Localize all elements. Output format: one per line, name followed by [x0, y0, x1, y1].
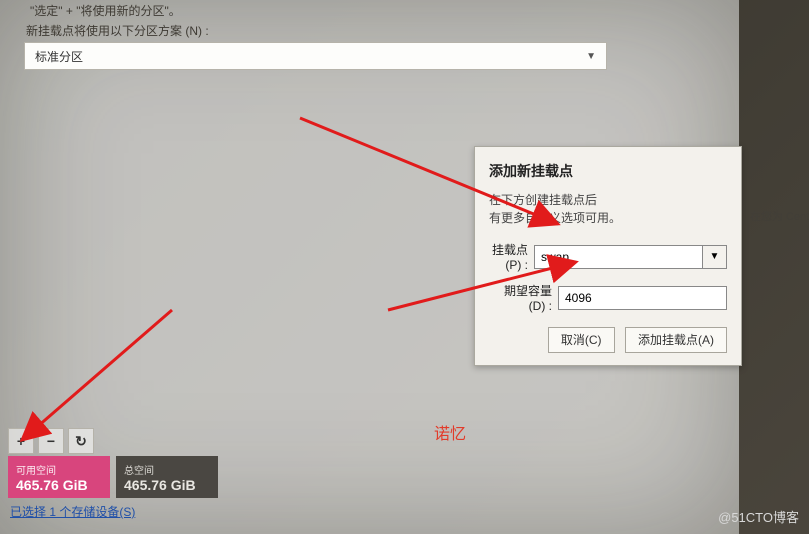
chevron-down-icon: ▼: [586, 51, 596, 62]
annotation-text: 诺忆: [434, 420, 466, 444]
watermark: @51CTO博客: [718, 507, 799, 526]
capacity-label: 期望容量(D) :: [489, 282, 558, 313]
total-space-tile: 总空间 465.76 GiB: [116, 456, 218, 498]
partition-toolbar: + − ↻: [8, 428, 98, 454]
total-space-value: 465.76 GiB: [124, 477, 210, 493]
partition-scheme-value: 标准分区: [35, 48, 83, 65]
dialog-sub-line1: 在下方创建挂载点后: [489, 193, 597, 207]
mountpoint-dropdown-button[interactable]: ▼: [703, 245, 727, 269]
side-hint: 在您为 CentOS 7 安: [750, 208, 809, 224]
add-mountpoint-confirm-button[interactable]: 添加挂载点(A): [625, 327, 727, 353]
partition-scheme-dropdown[interactable]: 标准分区 ▼: [24, 42, 607, 70]
storage-devices-link[interactable]: 已选择 1 个存储设备(S): [10, 503, 135, 520]
total-space-label: 总空间: [124, 462, 210, 477]
add-mountpoint-button[interactable]: +: [8, 428, 34, 454]
add-mountpoint-dialog: 添加新挂载点 在下方创建挂载点后 有更多自定义选项可用。 挂载点(P) : ▼ …: [474, 146, 742, 366]
hint-line-2: 新挂载点将使用以下分区方案 (N) :: [26, 22, 209, 39]
dialog-title: 添加新挂载点: [489, 161, 727, 181]
remove-mountpoint-button[interactable]: −: [38, 428, 64, 454]
chevron-down-icon: ▼: [710, 251, 720, 262]
available-space-tile: 可用空间 465.76 GiB: [8, 456, 110, 498]
dialog-subtitle: 在下方创建挂载点后 有更多自定义选项可用。: [489, 191, 727, 227]
hint-line-1: "选定" + "将使用新的分区"。: [30, 2, 181, 19]
cancel-button[interactable]: 取消(C): [548, 327, 615, 353]
mountpoint-label: 挂载点(P) :: [489, 241, 534, 272]
capacity-input[interactable]: [558, 286, 727, 310]
mountpoint-input[interactable]: [534, 245, 703, 269]
disk-summary: 可用空间 465.76 GiB 总空间 465.76 GiB: [8, 456, 218, 498]
dialog-sub-line2: 有更多自定义选项可用。: [489, 211, 621, 225]
mountpoint-combo[interactable]: ▼: [534, 245, 727, 269]
available-space-label: 可用空间: [16, 462, 102, 477]
available-space-value: 465.76 GiB: [16, 477, 102, 493]
reload-button[interactable]: ↻: [68, 428, 94, 454]
